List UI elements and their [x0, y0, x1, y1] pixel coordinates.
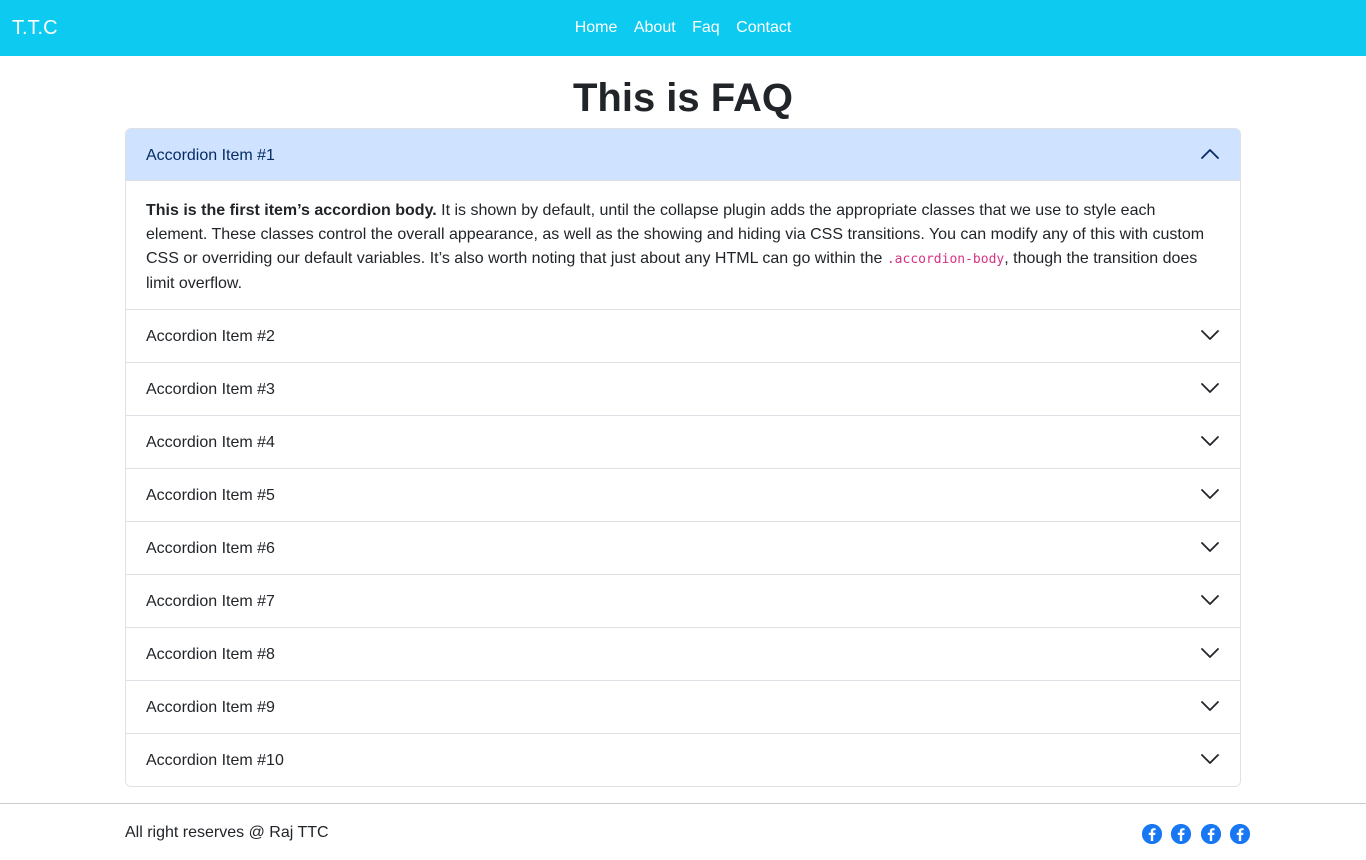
accordion-header-label: Accordion Item #1: [146, 147, 275, 164]
nav-link-faq[interactable]: Faq: [692, 18, 720, 38]
navbar: T.T.C Home About Faq Contact: [0, 0, 1366, 56]
accordion-body-intro: This is the first item’s accordion body.: [146, 202, 437, 219]
facebook-icon[interactable]: [1201, 824, 1221, 844]
facebook-icon[interactable]: [1171, 824, 1191, 844]
accordion-header-4[interactable]: Accordion Item #4: [126, 416, 1240, 469]
chevron-down-icon: [1201, 383, 1219, 393]
nav-links: Home About Faq Contact: [0, 18, 1366, 38]
accordion-header-label: Accordion Item #9: [146, 699, 275, 716]
footer-divider: [0, 803, 1366, 804]
accordion-header-2[interactable]: Accordion Item #2: [126, 310, 1240, 363]
accordion-header-3[interactable]: Accordion Item #3: [126, 363, 1240, 416]
accordion-header-label: Accordion Item #6: [146, 540, 275, 557]
accordion-header-label: Accordion Item #8: [146, 646, 275, 663]
accordion-item: Accordion Item #5: [126, 469, 1240, 522]
accordion-header-label: Accordion Item #2: [146, 328, 275, 345]
facebook-icon[interactable]: [1230, 824, 1250, 844]
accordion-header-9[interactable]: Accordion Item #9: [126, 681, 1240, 734]
accordion-body-code: .accordion-body: [886, 252, 1005, 267]
accordion-header-label: Accordion Item #5: [146, 487, 275, 504]
chevron-down-icon: [1201, 330, 1219, 340]
accordion-item: Accordion Item #4: [126, 416, 1240, 469]
accordion-header-label: Accordion Item #4: [146, 434, 275, 451]
footer-copyright: All right reserves @ Raj TTC: [125, 824, 329, 841]
nav-link-home[interactable]: Home: [575, 18, 618, 38]
chevron-down-icon: [1201, 595, 1219, 605]
chevron-down-icon: [1201, 701, 1219, 711]
nav-link-contact[interactable]: Contact: [736, 18, 791, 38]
accordion-header-label: Accordion Item #10: [146, 752, 284, 769]
accordion-header-10[interactable]: Accordion Item #10: [126, 734, 1240, 786]
accordion-item: Accordion Item #7: [126, 575, 1240, 628]
facebook-icon[interactable]: [1142, 824, 1162, 844]
accordion-header-7[interactable]: Accordion Item #7: [126, 575, 1240, 628]
chevron-down-icon: [1201, 436, 1219, 446]
accordion-header-6[interactable]: Accordion Item #6: [126, 522, 1240, 575]
accordion-item: Accordion Item #9: [126, 681, 1240, 734]
accordion-body: This is the first item’s accordion body.…: [126, 181, 1240, 310]
accordion-item: Accordion Item #2: [126, 310, 1240, 363]
page-title: This is FAQ: [572, 76, 794, 120]
accordion-item: Accordion Item #6: [126, 522, 1240, 575]
accordion-item: Accordion Item #10: [126, 734, 1240, 786]
chevron-down-icon: [1201, 754, 1219, 764]
chevron-down-icon: [1201, 542, 1219, 552]
accordion-item: Accordion Item #1 This is the first item…: [126, 129, 1240, 310]
accordion-item: Accordion Item #3: [126, 363, 1240, 416]
accordion-header-1[interactable]: Accordion Item #1: [126, 129, 1240, 181]
accordion-header-label: Accordion Item #7: [146, 593, 275, 610]
nav-link-about[interactable]: About: [634, 18, 676, 38]
accordion-header-8[interactable]: Accordion Item #8: [126, 628, 1240, 681]
chevron-up-icon: [1201, 149, 1219, 159]
chevron-down-icon: [1201, 489, 1219, 499]
faq-accordion: Accordion Item #1 This is the first item…: [125, 128, 1241, 787]
accordion-item: Accordion Item #8: [126, 628, 1240, 681]
accordion-header-5[interactable]: Accordion Item #5: [126, 469, 1240, 522]
accordion-header-label: Accordion Item #3: [146, 381, 275, 398]
chevron-down-icon: [1201, 648, 1219, 658]
